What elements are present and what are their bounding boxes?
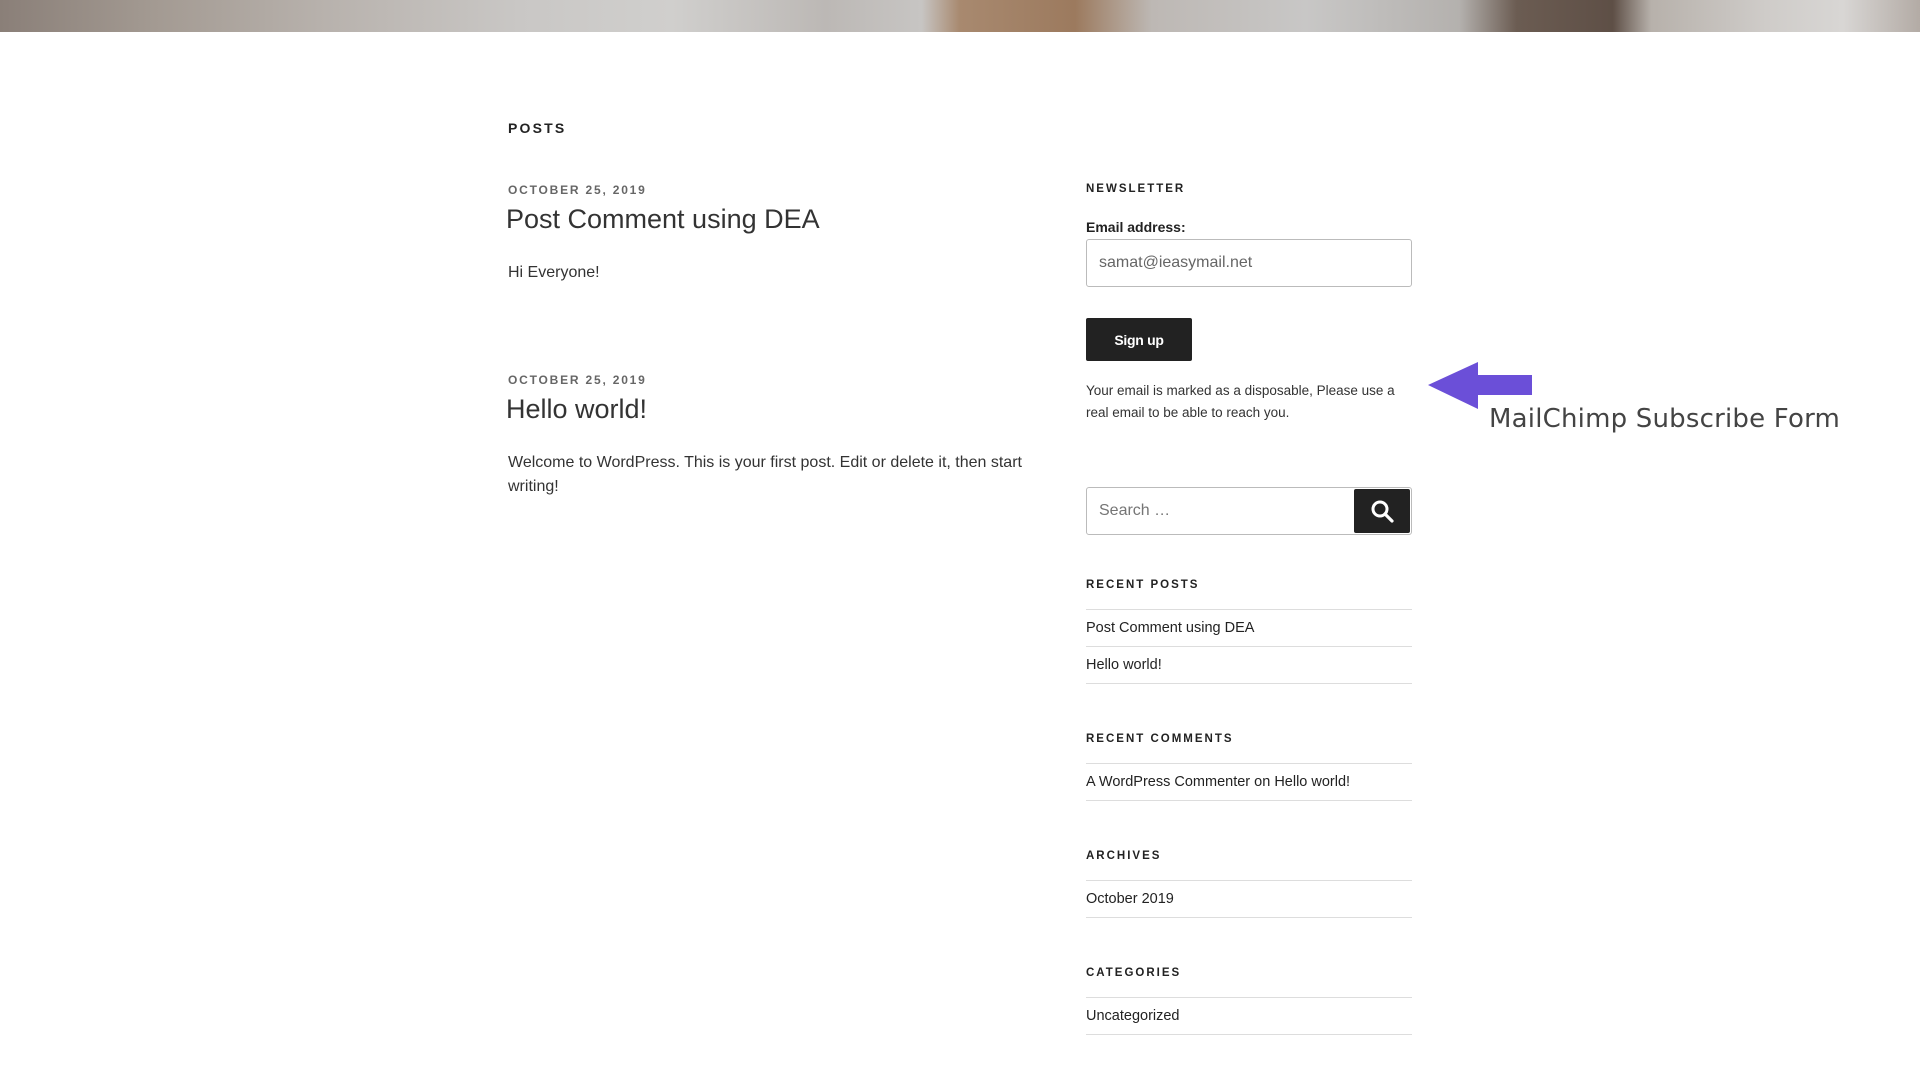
- search-input[interactable]: [1087, 488, 1357, 534]
- list-item: Hello world!: [1086, 647, 1412, 684]
- post-title[interactable]: Post Comment using DEA: [506, 203, 1028, 235]
- post-date[interactable]: October 25, 2019: [508, 183, 1028, 197]
- email-field[interactable]: [1086, 239, 1412, 287]
- email-label: Email address:: [1086, 219, 1186, 235]
- list-item: A WordPress Commenter on Hello world!: [1086, 764, 1412, 801]
- newsletter-widget: Newsletter Email address: Sign up Your e…: [1086, 183, 1412, 423]
- email-error-message: Your email is marked as a disposable, Pl…: [1086, 383, 1395, 420]
- header-image-strip: [0, 0, 1920, 32]
- search-form: [1086, 487, 1412, 535]
- recent-post-link[interactable]: Hello world!: [1086, 657, 1162, 673]
- post-excerpt: Welcome to WordPress. This is your first…: [508, 454, 1022, 495]
- signup-button[interactable]: Sign up: [1086, 318, 1192, 361]
- categories-list: Uncategorized: [1086, 997, 1412, 1035]
- post-item: October 25, 2019 Hello world! Welcome to…: [506, 373, 1028, 499]
- recent-post-link[interactable]: Post Comment using DEA: [1086, 620, 1254, 636]
- list-item: October 2019: [1086, 881, 1412, 918]
- post-date[interactable]: October 25, 2019: [508, 373, 1028, 387]
- recent-comments-title: Recent Comments: [1086, 733, 1234, 745]
- archive-link[interactable]: October 2019: [1086, 891, 1174, 907]
- archives-list: October 2019: [1086, 880, 1412, 918]
- comment-connector: on: [1254, 774, 1271, 790]
- category-link[interactable]: Uncategorized: [1086, 1008, 1180, 1024]
- post-excerpt: Hi Everyone!: [508, 264, 600, 281]
- categories-widget: Categories Uncategorized: [1086, 967, 1412, 1035]
- recent-comments-list: A WordPress Commenter on Hello world!: [1086, 763, 1412, 801]
- search-icon: [1371, 500, 1394, 523]
- list-item: Uncategorized: [1086, 998, 1412, 1035]
- annotation-label: MailChimp Subscribe Form: [1489, 404, 1841, 434]
- recent-posts-title: Recent Posts: [1086, 579, 1200, 591]
- comment-author-link[interactable]: A WordPress Commenter: [1086, 774, 1250, 790]
- comment-post-link[interactable]: Hello world!: [1274, 774, 1350, 790]
- post-title[interactable]: Hello world!: [506, 393, 1028, 425]
- page-title: Posts: [508, 120, 567, 136]
- archives-title: Archives: [1086, 850, 1162, 862]
- search-button[interactable]: [1354, 489, 1410, 533]
- categories-title: Categories: [1086, 967, 1182, 979]
- list-item: Post Comment using DEA: [1086, 610, 1412, 647]
- recent-comments-widget: Recent Comments A WordPress Commenter on…: [1086, 733, 1412, 801]
- recent-posts-widget: Recent Posts Post Comment using DEA Hell…: [1086, 579, 1412, 684]
- newsletter-title: Newsletter: [1086, 183, 1186, 195]
- recent-posts-list: Post Comment using DEA Hello world!: [1086, 609, 1412, 684]
- post-item: October 25, 2019 Post Comment using DEA …: [506, 183, 1028, 285]
- archives-widget: Archives October 2019: [1086, 850, 1412, 918]
